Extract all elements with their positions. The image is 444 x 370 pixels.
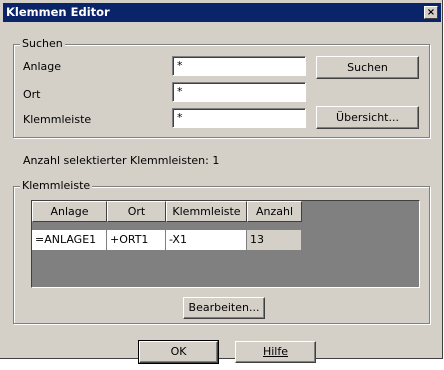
klemmleiste-table[interactable]: Anlage Ort Klemmleiste Anzahl =ANLAGE1 +… (31, 200, 420, 288)
overview-button[interactable]: Übersicht... (316, 106, 419, 129)
ort-input[interactable]: * (172, 82, 306, 102)
column-header-anzahl[interactable]: Anzahl (247, 201, 302, 222)
edit-button[interactable]: Bearbeiten... (183, 297, 265, 319)
window-title: Klemmen Editor (6, 5, 110, 19)
search-group-title: Suchen (20, 37, 65, 51)
column-header-ort[interactable]: Ort (107, 201, 166, 222)
ort-label: Ort (23, 88, 41, 101)
search-button[interactable]: Suchen (316, 56, 419, 79)
klemmleiste-input[interactable]: * (172, 108, 306, 128)
column-header-klemmleiste[interactable]: Klemmleiste (166, 201, 247, 222)
close-icon[interactable]: × (424, 6, 438, 19)
klemmleiste-label: Klemmleiste (23, 113, 92, 126)
row-1-anlage-cell[interactable]: =ANLAGE1 (32, 230, 107, 251)
row-1-ort-cell[interactable]: +ORT1 (107, 230, 166, 251)
row-1-klemmleiste-cell[interactable]: -X1 (166, 230, 247, 251)
klemmen-editor-window: Klemmen Editor × Suchen Anlage * Ort * K… (0, 0, 443, 364)
klemmleiste-group-title: Klemmleiste (20, 179, 93, 193)
row-1-anzahl-cell[interactable]: 13 (247, 230, 302, 251)
ok-button[interactable]: OK (138, 340, 219, 364)
anlage-label: Anlage (23, 60, 62, 73)
column-header-anlage[interactable]: Anlage (32, 201, 107, 222)
title-bar: Klemmen Editor × (3, 3, 441, 22)
anlage-input[interactable]: * (172, 56, 306, 76)
selected-count-text: Anzahl selektierter Klemmleisten: 1 (23, 154, 220, 167)
help-button-label: Hilfe (262, 345, 289, 358)
help-button[interactable]: Hilfe (235, 341, 316, 363)
